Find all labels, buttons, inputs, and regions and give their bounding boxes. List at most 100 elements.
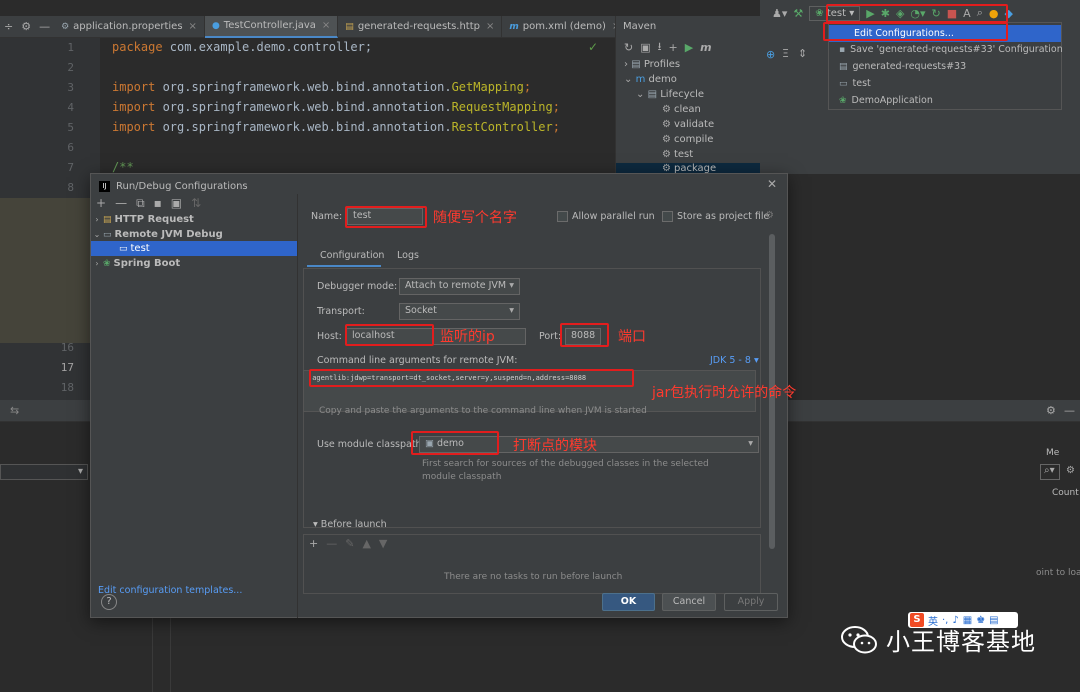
gear-icon[interactable]: ⚙	[765, 210, 774, 221]
tab-pom-xml[interactable]: m pom.xml (demo) ×	[502, 15, 629, 38]
wrap-icon[interactable]: ⇆	[10, 404, 19, 417]
edit-icon[interactable]: ✎	[345, 537, 354, 550]
remove-icon[interactable]: —	[115, 196, 127, 210]
tree-item-test[interactable]: ▭ test	[91, 241, 297, 256]
line-number: 2	[67, 61, 74, 74]
download-icon[interactable]: ⭳	[658, 38, 662, 57]
maven-profiles[interactable]: › ▤ Profiles	[624, 59, 680, 70]
apply-button[interactable]: Apply	[724, 593, 778, 611]
menu-item-generated-requests[interactable]: ▤ generated-requests#33	[829, 58, 1061, 75]
split-icon[interactable]: ÷	[0, 20, 17, 33]
save-icon: ▪	[839, 44, 846, 55]
maven-title: Maven	[623, 21, 657, 32]
copy-icon[interactable]: ⧉	[136, 196, 145, 211]
active-tab-indicator	[307, 265, 381, 267]
search-icon[interactable]: ⌕▾	[1040, 464, 1060, 480]
maven-lifecycle[interactable]: ⌄ ▤ Lifecycle	[636, 89, 704, 100]
maven-goal[interactable]: ⚙ validate	[662, 119, 714, 130]
count-column: Count	[1052, 488, 1079, 498]
add-icon[interactable]: +	[309, 537, 318, 550]
tab-application-properties[interactable]: ⚙ application.properties ×	[54, 15, 205, 38]
move-down-icon[interactable]: ▼	[379, 537, 387, 550]
divider	[152, 618, 153, 692]
menu-item-test[interactable]: ▭ test	[829, 75, 1061, 92]
menu-item-save-configuration[interactable]: ▪ Save 'generated-requests#33' Configurat…	[829, 41, 1063, 58]
build-icon[interactable]: ⚒	[793, 7, 803, 20]
gear-icon[interactable]: ⚙	[17, 20, 35, 33]
tree-item-http-request[interactable]: › ▤ HTTP Request	[91, 212, 297, 227]
minimize-icon[interactable]: —	[35, 20, 54, 33]
folder-icon[interactable]: ▣	[640, 41, 650, 54]
help-button[interactable]: ?	[101, 594, 117, 610]
before-launch-toggle[interactable]: ▾ Before launch	[313, 519, 387, 530]
close-icon[interactable]: ×	[189, 21, 197, 32]
name-field-highlight	[345, 206, 427, 228]
annotation-cmd: jar包执行时允许的命令	[652, 385, 797, 401]
load-hint: oint to load	[1036, 568, 1080, 578]
debugger-mode-select[interactable]: Attach to remote JVM	[399, 278, 520, 295]
remote-debug-icon: ▭	[839, 78, 848, 89]
add-circle-icon[interactable]: ⊕	[766, 48, 775, 61]
tab-generated-requests-http[interactable]: ▤ generated-requests.http ×	[338, 15, 503, 38]
refresh-icon[interactable]: ↻	[624, 41, 633, 54]
module-highlight	[411, 431, 499, 455]
user-icon[interactable]: ♟▾	[772, 7, 787, 20]
tab-configuration[interactable]: Configuration	[320, 250, 384, 261]
process-selector[interactable]: ▾	[0, 464, 88, 480]
memory-tab[interactable]: Me	[1046, 448, 1059, 458]
maven-file-icon: m	[509, 21, 519, 32]
tree-item-spring-boot[interactable]: › ❀ Spring Boot	[91, 256, 297, 271]
close-icon[interactable]: ×	[486, 21, 494, 32]
store-as-file-checkbox[interactable]	[662, 211, 673, 222]
allow-parallel-checkbox[interactable]	[557, 211, 568, 222]
minimize-icon[interactable]: —	[1064, 404, 1075, 417]
module-hint-line2: module classpath	[422, 472, 502, 482]
ok-button[interactable]: OK	[602, 593, 655, 611]
edit-templates-link[interactable]: Edit configuration templates...	[98, 585, 242, 596]
remove-icon[interactable]: —	[326, 537, 337, 550]
intellij-icon: IJ	[99, 180, 110, 192]
wechat-icon	[841, 625, 877, 653]
code-editor[interactable]: package com.example.demo.controller; imp…	[100, 38, 615, 174]
move-up-icon[interactable]: ▲	[362, 537, 370, 550]
align-icon[interactable]: Ξ	[782, 47, 789, 60]
maven-goal[interactable]: ⚙ compile	[662, 134, 713, 145]
jdk-version-select[interactable]: JDK 5 - 8 ▾	[710, 355, 759, 366]
spring-icon: ❀	[839, 95, 847, 106]
run-icon[interactable]: ▶	[685, 41, 693, 54]
dialog-title-bar: IJ Run/Debug Configurations	[91, 174, 787, 194]
remote-debug-icon: ▭	[119, 243, 128, 254]
save-icon[interactable]: ▪	[154, 196, 162, 210]
before-launch-toolbar: + — ✎ ▲ ▼	[309, 537, 387, 550]
no-tasks-text: There are no tasks to run before launch	[444, 572, 623, 582]
tree-item-remote-jvm-debug[interactable]: ⌄ ▭ Remote JVM Debug	[91, 227, 297, 242]
add-icon[interactable]: +	[96, 196, 106, 210]
gear-icon[interactable]: ⚙	[1066, 465, 1075, 476]
close-icon[interactable]: ✕	[767, 177, 777, 191]
expand-icon[interactable]: ⇕	[798, 47, 807, 60]
maven-project[interactable]: ⌄ m demo	[624, 74, 677, 85]
maven-goal-icon[interactable]: m	[700, 41, 711, 54]
folder-icon[interactable]: ▣	[171, 196, 182, 210]
line-number: 6	[67, 141, 74, 154]
gear-icon[interactable]: ⚙	[1046, 404, 1056, 417]
maven-goal[interactable]: ⚙ clean	[662, 104, 701, 115]
http-file-icon: ▤	[103, 214, 112, 225]
add-icon[interactable]: +	[668, 41, 677, 54]
spring-icon: ❀	[103, 258, 111, 269]
tab-logs[interactable]: Logs	[397, 250, 419, 261]
store-as-file-label: Store as project file	[677, 211, 770, 222]
transport-select[interactable]: Socket	[399, 303, 520, 320]
sort-icon[interactable]: ⇅	[191, 196, 201, 210]
port-field-highlight	[560, 323, 609, 347]
module-hint-line1: First search for sources of the debugged…	[422, 459, 709, 469]
name-label: Name:	[311, 211, 343, 222]
menu-item-demoapplication[interactable]: ❀ DemoApplication	[829, 92, 1061, 109]
port-label: Port:	[539, 331, 562, 342]
line-number: 4	[67, 101, 74, 114]
maven-goal[interactable]: ⚙ test	[662, 149, 693, 160]
close-icon[interactable]: ×	[322, 20, 330, 31]
host-field-highlight	[345, 324, 434, 346]
cancel-button[interactable]: Cancel	[662, 593, 716, 611]
tab-testcontroller-java[interactable]: ● TestController.java ×	[204, 15, 339, 38]
